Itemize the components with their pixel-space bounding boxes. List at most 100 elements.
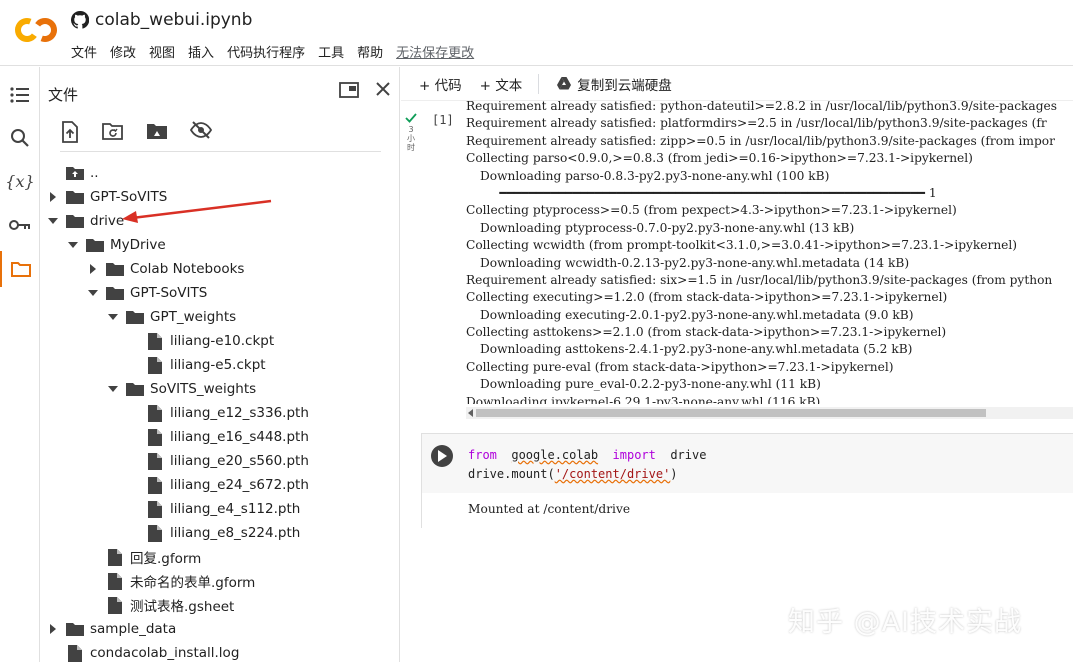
file-tree-row[interactable]: 测试表格.gsheet — [86, 593, 234, 617]
caret-right-icon[interactable] — [86, 262, 100, 276]
code-close: ) — [670, 467, 678, 481]
upload-icon[interactable] — [60, 121, 80, 143]
files-panel-title: 文件 — [48, 86, 79, 104]
file-tree-label: liliang_e12_s336.pth — [170, 405, 309, 421]
file-tree-row[interactable]: .. — [46, 161, 99, 185]
output-line: Collecting executing>=1.2.0 (from stack-… — [466, 290, 948, 305]
caret-spacer — [126, 478, 140, 492]
search-icon — [11, 129, 29, 147]
hide-hidden-files-icon[interactable] — [190, 121, 212, 139]
code-module: google.colab — [511, 448, 599, 462]
scroll-left-icon[interactable] — [467, 409, 475, 417]
caret-spacer — [126, 406, 140, 420]
copy-to-drive-button[interactable]: 复制到云端硬盘 — [557, 74, 672, 94]
file-tree-row[interactable]: drive — [46, 209, 124, 233]
folder-icon — [66, 621, 84, 637]
file-icon — [106, 596, 124, 614]
toc-button[interactable] — [0, 77, 40, 113]
file-tree-label: liliang_e20_s560.pth — [170, 453, 309, 469]
code-keyword: from — [468, 448, 497, 462]
execution-count: [1] — [432, 113, 454, 127]
file-tree-row[interactable]: liliang_e24_s672.pth — [126, 473, 309, 497]
colab-logo-icon[interactable] — [14, 16, 58, 44]
output-line: Downloading ipykernel-6.29.1-py3-none-an… — [466, 394, 821, 404]
code-text[interactable]: from google.colab import drive drive.mou… — [468, 446, 706, 484]
files-panel: 文件 .. GPT-SoVITS drive MyDrive Colab Noteboo… — [40, 67, 400, 662]
file-tree-row[interactable]: sample_data — [46, 617, 176, 641]
file-tree-row[interactable]: 回复.gform — [86, 545, 201, 569]
menu-insert[interactable]: 插入 — [188, 42, 214, 61]
output-line: Collecting pure-eval (from stack-data->i… — [466, 359, 894, 374]
file-tree-row[interactable]: liliang_e4_s112.pth — [126, 497, 300, 521]
file-tree-row[interactable]: Colab Notebooks — [86, 257, 244, 281]
key-icon — [9, 220, 30, 230]
caret-spacer — [126, 334, 140, 348]
caret-right-icon[interactable] — [46, 190, 60, 204]
caret-down-icon[interactable] — [106, 310, 120, 324]
caret-spacer — [86, 574, 100, 588]
mount-drive-icon[interactable] — [146, 121, 168, 141]
file-tree-row[interactable]: liliang_e12_s336.pth — [126, 401, 309, 425]
caret-spacer — [86, 550, 100, 564]
drive-icon — [557, 77, 572, 90]
file-tree-row[interactable]: MyDrive — [66, 233, 166, 257]
file-tree-row[interactable]: SoVITS_weights — [106, 377, 256, 401]
file-tree-row[interactable]: liliang_e16_s448.pth — [126, 425, 309, 449]
menu-view[interactable]: 视图 — [149, 42, 175, 61]
menu-runtime[interactable]: 代码执行程序 — [227, 42, 305, 61]
output-horizontal-scrollbar[interactable] — [466, 407, 1073, 419]
run-cell-button[interactable] — [431, 445, 453, 467]
close-icon[interactable] — [375, 81, 391, 97]
notebook-title[interactable]: colab_webui.ipynb — [95, 10, 252, 30]
file-tree-label: liliang_e4_s112.pth — [170, 501, 301, 517]
caret-spacer — [46, 166, 60, 180]
toc-icon — [10, 87, 29, 103]
add-code-button[interactable]: + 代码 — [419, 74, 462, 94]
menu-edit[interactable]: 修改 — [110, 42, 136, 61]
variables-button[interactable]: {x} — [0, 163, 40, 199]
code-cell-2[interactable]: from google.colab import drive drive.mou… — [421, 433, 1073, 528]
output-line: Downloading executing-2.0.1-py2.py3-none… — [480, 307, 914, 322]
caret-spacer — [126, 358, 140, 372]
file-tree-row[interactable]: condacolab_install.log — [46, 641, 239, 662]
open-in-tab-icon[interactable] — [339, 81, 359, 99]
file-tree-row[interactable]: 未命名的表单.gform — [86, 569, 255, 593]
menu-help[interactable]: 帮助 — [357, 42, 383, 61]
file-tree-row[interactable]: liliang-e10.ckpt — [126, 329, 274, 353]
github-icon — [71, 11, 89, 29]
code-name: drive — [670, 448, 707, 462]
caret-down-icon[interactable] — [106, 382, 120, 396]
caret-spacer — [46, 646, 60, 660]
scrollbar-thumb[interactable] — [476, 409, 986, 417]
file-tree-label: 测试表格.gsheet — [130, 599, 235, 615]
output-line: Downloading parso-0.8.3-py2.py3-none-any… — [480, 168, 830, 183]
annotation-arrow-icon — [122, 199, 272, 223]
menu-tools[interactable]: 工具 — [318, 42, 344, 61]
caret-down-icon[interactable] — [66, 238, 80, 252]
panel-window-controls — [339, 81, 391, 99]
refresh-folder-icon[interactable] — [102, 121, 124, 141]
cell-2-editor[interactable]: from google.colab import drive drive.mou… — [422, 434, 1073, 493]
folder-icon — [106, 285, 124, 301]
output-line: Requirement already satisfied: six>=1.5 … — [466, 272, 1053, 287]
output-line: Requirement already satisfied: zipp>=0.5… — [466, 133, 1055, 148]
file-tree-row[interactable]: liliang-e5.ckpt — [126, 353, 266, 377]
folder-icon — [66, 189, 84, 205]
add-text-button[interactable]: + 文本 — [480, 74, 523, 94]
code-string: '/content/drive' — [554, 467, 671, 481]
search-button[interactable] — [0, 120, 40, 156]
file-tree-row[interactable]: GPT_weights — [106, 305, 236, 329]
file-icon — [106, 548, 124, 566]
file-tree-row[interactable]: liliang_e20_s560.pth — [126, 449, 309, 473]
file-tree-row[interactable]: liliang_e8_s224.pth — [126, 521, 300, 545]
menu-file[interactable]: 文件 — [71, 42, 97, 61]
unsaved-notice-link[interactable]: 无法保存更改 — [396, 42, 474, 61]
file-tree-row[interactable]: GPT-SoVITS — [86, 281, 207, 305]
caret-right-icon[interactable] — [46, 622, 60, 636]
secrets-button[interactable] — [0, 207, 40, 243]
caret-down-icon[interactable] — [46, 214, 60, 228]
files-button[interactable] — [0, 251, 40, 287]
caret-spacer — [126, 430, 140, 444]
caret-down-icon[interactable] — [86, 286, 100, 300]
play-icon — [438, 450, 447, 462]
